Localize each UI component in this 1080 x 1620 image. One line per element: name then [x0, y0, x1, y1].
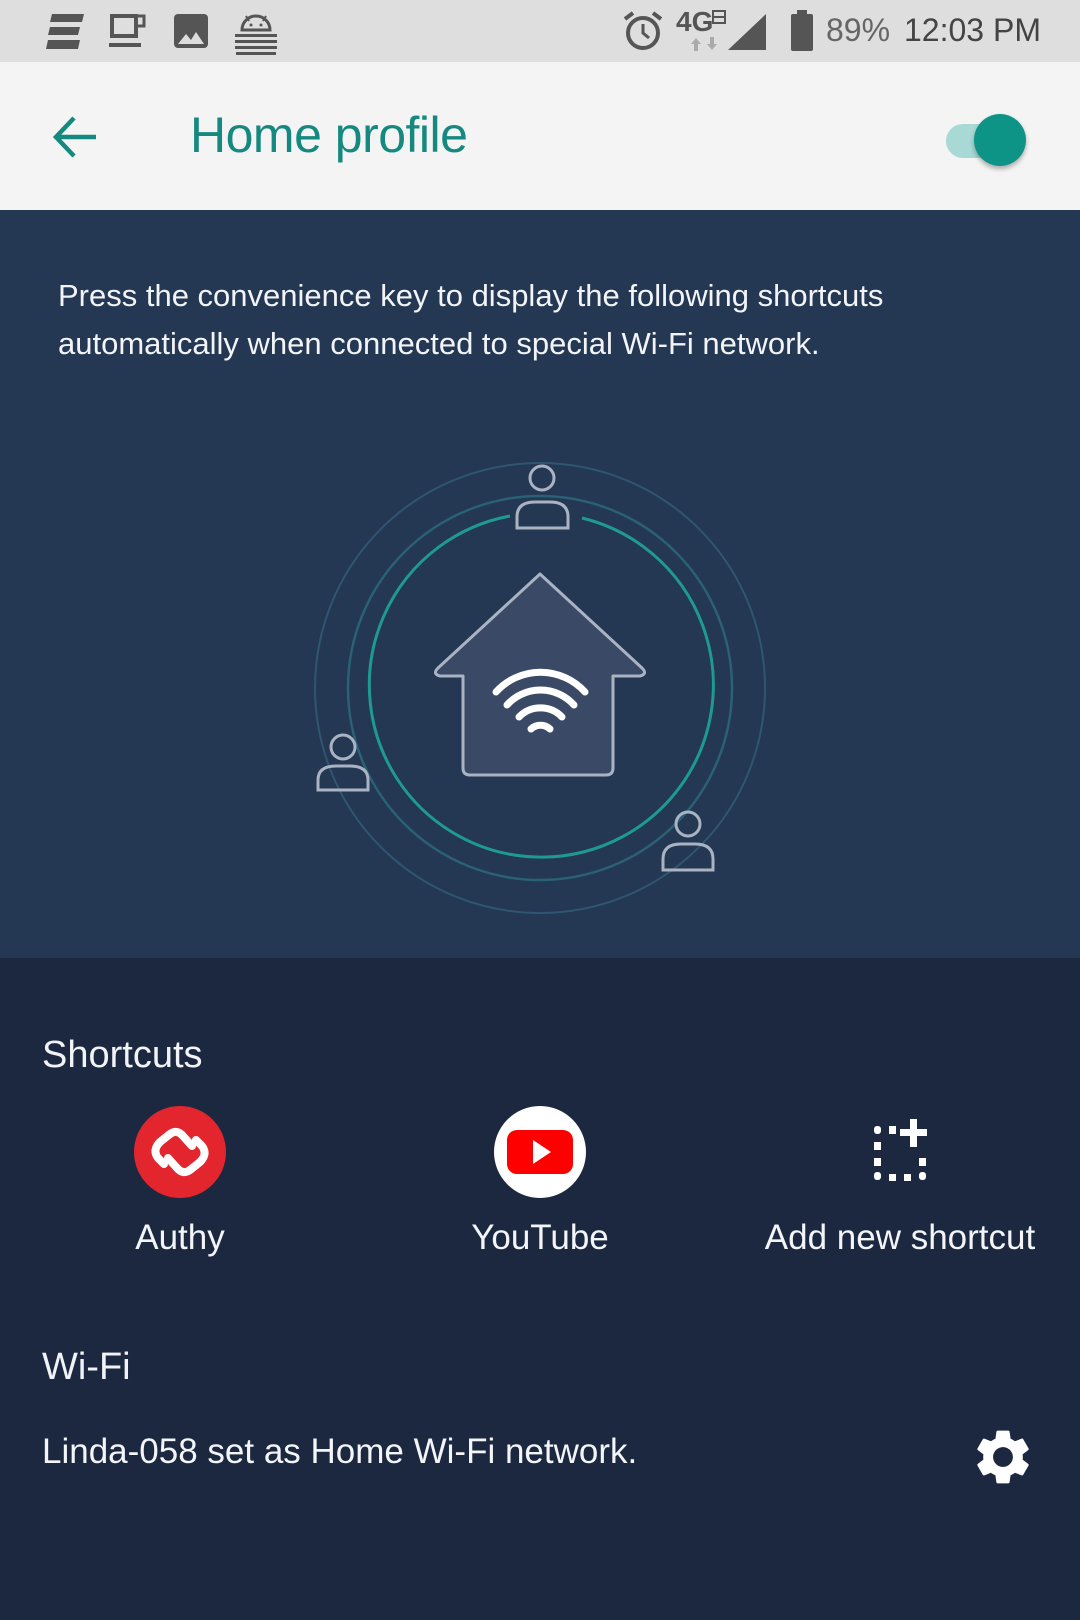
- back-button[interactable]: [48, 110, 102, 164]
- shortcut-youtube[interactable]: YouTube: [390, 1100, 690, 1270]
- status-bar: 4G 89% 12:03 PM: [0, 0, 1080, 62]
- description-text: Press the convenience key to display the…: [58, 278, 884, 361]
- signal-icon: [728, 14, 766, 50]
- wifi-settings-button[interactable]: [970, 1424, 1036, 1490]
- data-arrows-icon: [691, 37, 717, 51]
- alarm-icon: [623, 11, 663, 50]
- wifi-heading: Wi-Fi: [42, 1346, 131, 1388]
- coffee-cup-icon: [109, 14, 146, 47]
- shortcut-label: YouTube: [471, 1218, 609, 1257]
- battery-icon: [791, 10, 813, 51]
- network-type: 4G: [676, 6, 714, 37]
- arrow-left-icon: [52, 116, 96, 158]
- user-icon: [316, 733, 370, 792]
- home-wifi-users-illustration: [314, 462, 766, 914]
- page-title: Home profile: [190, 107, 468, 163]
- home-profile-toggle[interactable]: [944, 112, 1030, 166]
- add-shortcut-button[interactable]: Add new shortcut: [750, 1100, 1050, 1270]
- clock: 12:03 PM: [904, 12, 1041, 48]
- android-keystore-icon: [235, 14, 277, 55]
- authy-icon: [134, 1106, 226, 1198]
- hero-section: Press the convenience key to display the…: [0, 210, 1080, 958]
- gallery-icon: [174, 14, 208, 48]
- shortcut-label: Add new shortcut: [764, 1218, 1036, 1257]
- app-bar: Home profile: [0, 62, 1080, 210]
- shortcut-authy[interactable]: Authy: [30, 1100, 330, 1270]
- shortcuts-heading: Shortcuts: [42, 1034, 203, 1076]
- youtube-icon: [494, 1106, 586, 1198]
- wifi-status-text: Linda-058 set as Home Wi-Fi network.: [42, 1432, 638, 1471]
- add-shortcut-icon: [874, 1119, 927, 1181]
- battery-percentage: 89%: [826, 12, 891, 48]
- toggle-knob: [974, 114, 1026, 166]
- espn-icon: [46, 14, 84, 49]
- gear-icon: [977, 1430, 1029, 1484]
- shortcut-label: Authy: [135, 1218, 225, 1257]
- lte-badge-icon: [712, 10, 726, 24]
